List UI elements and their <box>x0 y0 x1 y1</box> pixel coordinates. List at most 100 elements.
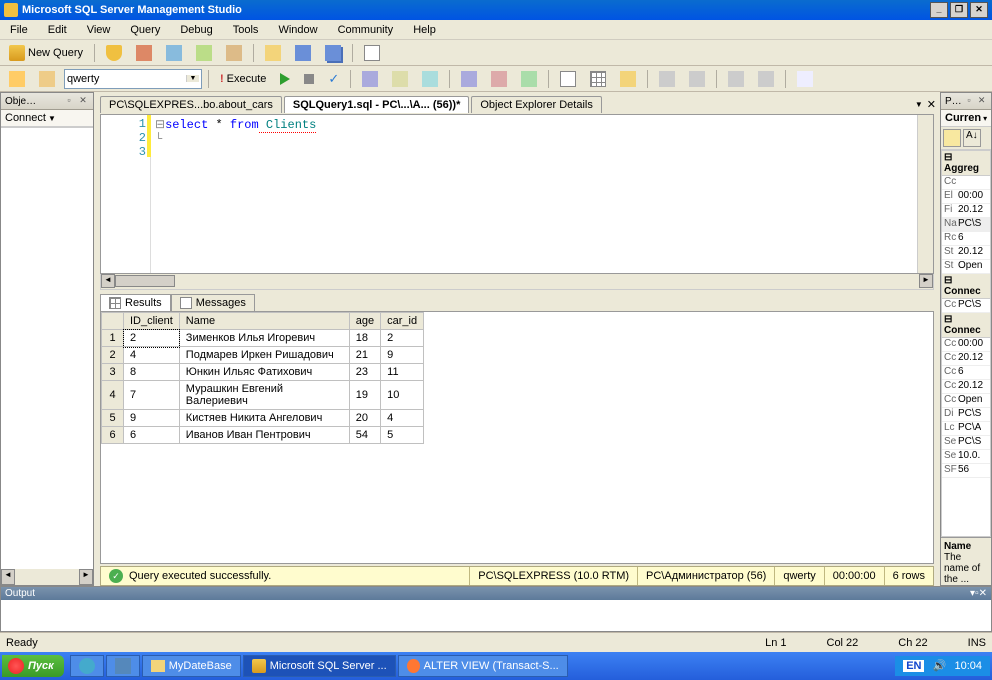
comment-icon <box>659 71 675 87</box>
status-user: PC\Администратор (56) <box>637 567 774 585</box>
quicklaunch-ie[interactable] <box>70 655 104 677</box>
include-stats-button[interactable] <box>486 69 512 89</box>
menu-query[interactable]: Query <box>126 22 164 38</box>
task-mydatabase[interactable]: MyDateBase <box>142 655 241 677</box>
db-engine-query-button[interactable] <box>101 43 127 63</box>
mdx-query-button[interactable] <box>161 43 187 63</box>
tab-overflow-icon[interactable]: ▼ <box>915 100 923 109</box>
menu-help[interactable]: Help <box>409 22 440 38</box>
minimize-button[interactable]: _ <box>930 2 948 18</box>
object-explorer-tree[interactable] <box>1 127 93 569</box>
open-file-button[interactable] <box>260 43 286 63</box>
properties-grid[interactable]: ⊟ Aggreg Cc El00:00 Fi20.12 NaPC\S Rc6 S… <box>941 150 991 537</box>
restore-button[interactable]: ❐ <box>950 2 968 18</box>
task-label: ALTER VIEW (Transact-S... <box>424 660 559 672</box>
scroll-left-icon[interactable]: ◄ <box>1 569 15 585</box>
panel-close-icon[interactable]: ✕ <box>77 95 89 107</box>
editor-hscrollbar[interactable]: ◄ ► <box>100 274 934 290</box>
indent-button[interactable] <box>723 69 749 89</box>
system-tray[interactable]: EN 🔊 10:04 <box>895 656 990 676</box>
sqlcmd-button[interactable] <box>516 69 542 89</box>
cube-icon <box>136 45 152 61</box>
panel-close-icon[interactable]: ✕ <box>979 588 987 599</box>
results-to-grid-button[interactable] <box>585 69 611 89</box>
menu-tools[interactable]: Tools <box>229 22 263 38</box>
status-ins: INS <box>968 637 986 649</box>
tab-about-cars[interactable]: PC\SQLEXPRES...bo.about_cars <box>100 96 282 113</box>
display-plan-button[interactable] <box>357 69 383 89</box>
task-ssms[interactable]: Microsoft SQL Server ... <box>243 655 396 677</box>
results-grid[interactable]: ID_client Name age car_id 12Зименков Иль… <box>101 312 424 444</box>
close-button[interactable]: ✕ <box>970 2 988 18</box>
xmla-query-button[interactable] <box>221 43 247 63</box>
object-explorer-title: Obje… ▫ ✕ <box>1 93 93 110</box>
scroll-right-icon[interactable]: ► <box>919 274 933 288</box>
execute-button[interactable]: ! Execute <box>215 69 271 89</box>
messages-tab[interactable]: Messages <box>171 294 255 311</box>
col-car[interactable]: car_id <box>381 313 424 330</box>
tab-object-details[interactable]: Object Explorer Details <box>471 96 602 113</box>
start-button[interactable]: Пуск <box>2 655 64 677</box>
available-databases-button[interactable] <box>34 69 60 89</box>
save-button[interactable] <box>290 43 316 63</box>
values-icon <box>797 71 813 87</box>
sql-textarea[interactable]: ⊟select * from Clients └ <box>151 115 917 273</box>
menu-community[interactable]: Community <box>334 22 398 38</box>
editor-vscrollbar[interactable] <box>917 115 933 273</box>
outdent-icon <box>758 71 774 87</box>
debug-button[interactable] <box>275 69 295 89</box>
parse-button[interactable]: ✓ <box>323 69 344 89</box>
panel-pin-icon[interactable]: ▫ <box>63 95 75 107</box>
monitor-icon <box>364 45 380 61</box>
col-name[interactable]: Name <box>179 313 349 330</box>
analysis-query-button[interactable] <box>131 43 157 63</box>
alphabetical-icon[interactable]: A↓ <box>963 129 981 147</box>
menu-file[interactable]: File <box>6 22 32 38</box>
results-to-file-button[interactable] <box>615 69 641 89</box>
text-icon <box>560 71 576 87</box>
results-to-text-button[interactable] <box>555 69 581 89</box>
connect-button[interactable]: Connect <box>5 112 46 124</box>
task-firefox[interactable]: ALTER VIEW (Transact-S... <box>398 655 568 677</box>
database-combo[interactable]: qwerty ▼ <box>64 69 202 89</box>
tab-close-icon[interactable]: ✕ <box>927 98 936 111</box>
col-age[interactable]: age <box>349 313 380 330</box>
col-id[interactable]: ID_client <box>124 313 180 330</box>
folder-icon <box>151 660 165 672</box>
new-query-button[interactable]: New Query <box>4 43 88 63</box>
menu-edit[interactable]: Edit <box>44 22 71 38</box>
query-options-button[interactable] <box>387 69 413 89</box>
include-plan-button[interactable] <box>456 69 482 89</box>
uncomment-button[interactable] <box>684 69 710 89</box>
connection2-icon <box>39 71 55 87</box>
menu-debug[interactable]: Debug <box>176 22 216 38</box>
table-row: 59Кистяев Никита Ангелович204 <box>102 410 424 427</box>
comment-button[interactable] <box>654 69 680 89</box>
panel-pin-icon[interactable]: ▫ <box>964 95 975 107</box>
tab-sqlquery1[interactable]: SQLQuery1.sql - PC\...\А... (56))* <box>284 96 469 113</box>
clock[interactable]: 10:04 <box>954 660 982 672</box>
save-all-button[interactable] <box>320 43 346 63</box>
language-indicator[interactable]: EN <box>903 660 924 672</box>
dmx-query-button[interactable] <box>191 43 217 63</box>
object-explorer-panel: Obje… ▫ ✕ Connect ▼ ◄ ► <box>0 92 94 586</box>
change-connection-button[interactable] <box>4 69 30 89</box>
scroll-thumb[interactable] <box>115 275 175 287</box>
cancel-button[interactable] <box>299 69 319 89</box>
scroll-left-icon[interactable]: ◄ <box>101 274 115 288</box>
scroll-right-icon[interactable]: ► <box>79 569 93 585</box>
quicklaunch-desktop[interactable] <box>106 655 140 677</box>
intellisense-button[interactable] <box>417 69 443 89</box>
cat-connection2: Connec <box>944 325 981 336</box>
menu-view[interactable]: View <box>83 22 115 38</box>
panel-close-icon[interactable]: ✕ <box>976 95 987 107</box>
activity-monitor-button[interactable] <box>359 43 385 63</box>
results-tab[interactable]: Results <box>100 294 171 311</box>
chevron-down-icon[interactable]: ▾ <box>983 114 987 123</box>
menu-window[interactable]: Window <box>274 22 321 38</box>
outdent-button[interactable] <box>753 69 779 89</box>
specify-values-button[interactable] <box>792 69 818 89</box>
output-content[interactable] <box>1 600 991 626</box>
chevron-down-icon[interactable]: ▼ <box>48 114 56 123</box>
categorized-icon[interactable] <box>943 129 961 147</box>
